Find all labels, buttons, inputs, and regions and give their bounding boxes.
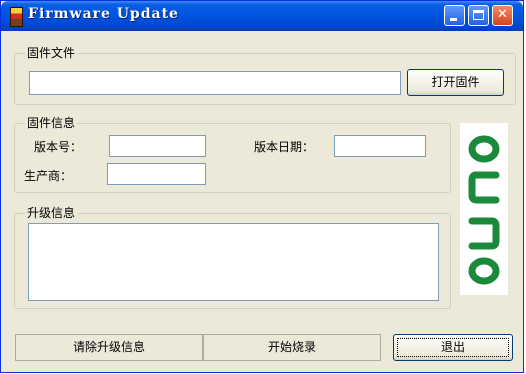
ongo-logo-icon [468, 135, 500, 285]
open-firmware-button[interactable]: 打开固件 [407, 69, 504, 96]
firmware-path-input[interactable] [29, 71, 401, 95]
minimize-button[interactable] [444, 5, 465, 26]
title-bar[interactable]: Firmware Update ✕ [1, 1, 523, 31]
open-firmware-button-label: 打开固件 [431, 75, 480, 89]
upgrade-log-textarea[interactable] [28, 223, 439, 301]
version-field[interactable] [109, 135, 206, 157]
minimize-icon [450, 18, 457, 21]
exit-button[interactable]: 退出 [393, 334, 513, 361]
start-burn-label: 开始烧录 [267, 340, 316, 354]
exit-focus-ring [397, 338, 509, 357]
close-icon: ✕ [497, 7, 508, 22]
firmware-info-group: 固件信息 [14, 116, 451, 193]
firmware-file-group-label: 固件文件 [25, 46, 78, 60]
version-date-field[interactable] [334, 135, 426, 157]
firmware-update-window: Firmware Update ✕ 固件文件 打开固件 固件信息 版本号： 版本… [0, 0, 524, 373]
clear-upgrade-info-button[interactable]: 请除升级信息 [15, 334, 203, 361]
logo-panel [460, 123, 508, 295]
maximize-icon [473, 10, 484, 20]
vendor-field[interactable] [107, 163, 206, 185]
app-icon [10, 7, 23, 27]
window-title: Firmware Update [28, 6, 179, 22]
maximize-button[interactable] [468, 5, 489, 26]
upgrade-info-group-label: 升级信息 [25, 206, 78, 220]
firmware-info-group-label: 固件信息 [25, 116, 78, 130]
vendor-label: 生产商： [24, 169, 73, 183]
clear-upgrade-info-label: 请除升级信息 [72, 340, 145, 354]
version-date-label: 版本日期： [254, 140, 315, 154]
start-burn-button[interactable]: 开始烧录 [203, 334, 381, 361]
close-button[interactable]: ✕ [492, 5, 513, 26]
version-label: 版本号： [34, 140, 83, 154]
